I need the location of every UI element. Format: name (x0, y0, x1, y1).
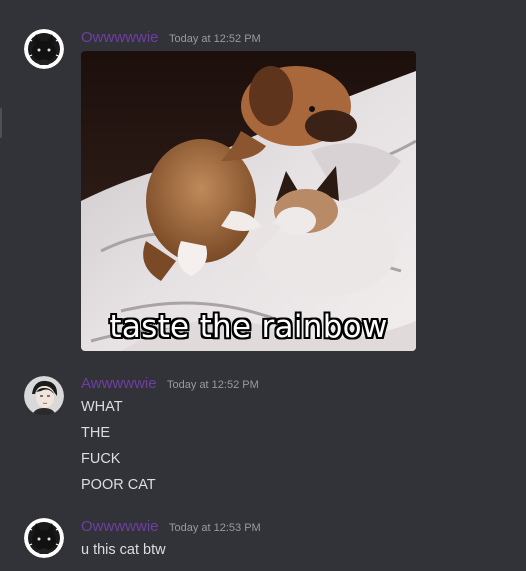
anime-character-avatar-icon[interactable] (24, 376, 64, 416)
gif-caption: taste the rainbow (109, 309, 388, 345)
gif-attachment[interactable]: taste the rainbow (81, 51, 416, 351)
message-header: Awwwwwie Today at 12:52 PM (81, 375, 259, 393)
message-header: Owwwwwie Today at 12:52 PM (81, 29, 261, 47)
message-header: Owwwwwie Today at 12:53 PM (81, 518, 261, 536)
username[interactable]: Awwwwwie (81, 375, 157, 392)
username[interactable]: Owwwwwie (81, 518, 159, 535)
message-text: WHAT (81, 399, 123, 415)
timestamp: Today at 12:53 PM (168, 522, 261, 534)
timestamp: Today at 12:52 PM (167, 379, 259, 391)
scrollbar-indicator[interactable] (0, 108, 2, 138)
puppy-and-cat-gif-image (81, 51, 416, 351)
username[interactable]: Owwwwwie (81, 29, 159, 46)
message-text: POOR CAT (81, 477, 156, 493)
timestamp: Today at 12:52 PM (168, 33, 261, 45)
message-text: FUCK (81, 451, 121, 467)
chat-message-list: Owwwwwie Today at 12:52 PM taste the rai… (0, 0, 526, 571)
black-cat-avatar-icon[interactable] (24, 29, 64, 69)
message-text: THE (81, 425, 110, 441)
message-text: u this cat btw (81, 542, 166, 558)
black-cat-avatar-icon[interactable] (24, 518, 64, 558)
